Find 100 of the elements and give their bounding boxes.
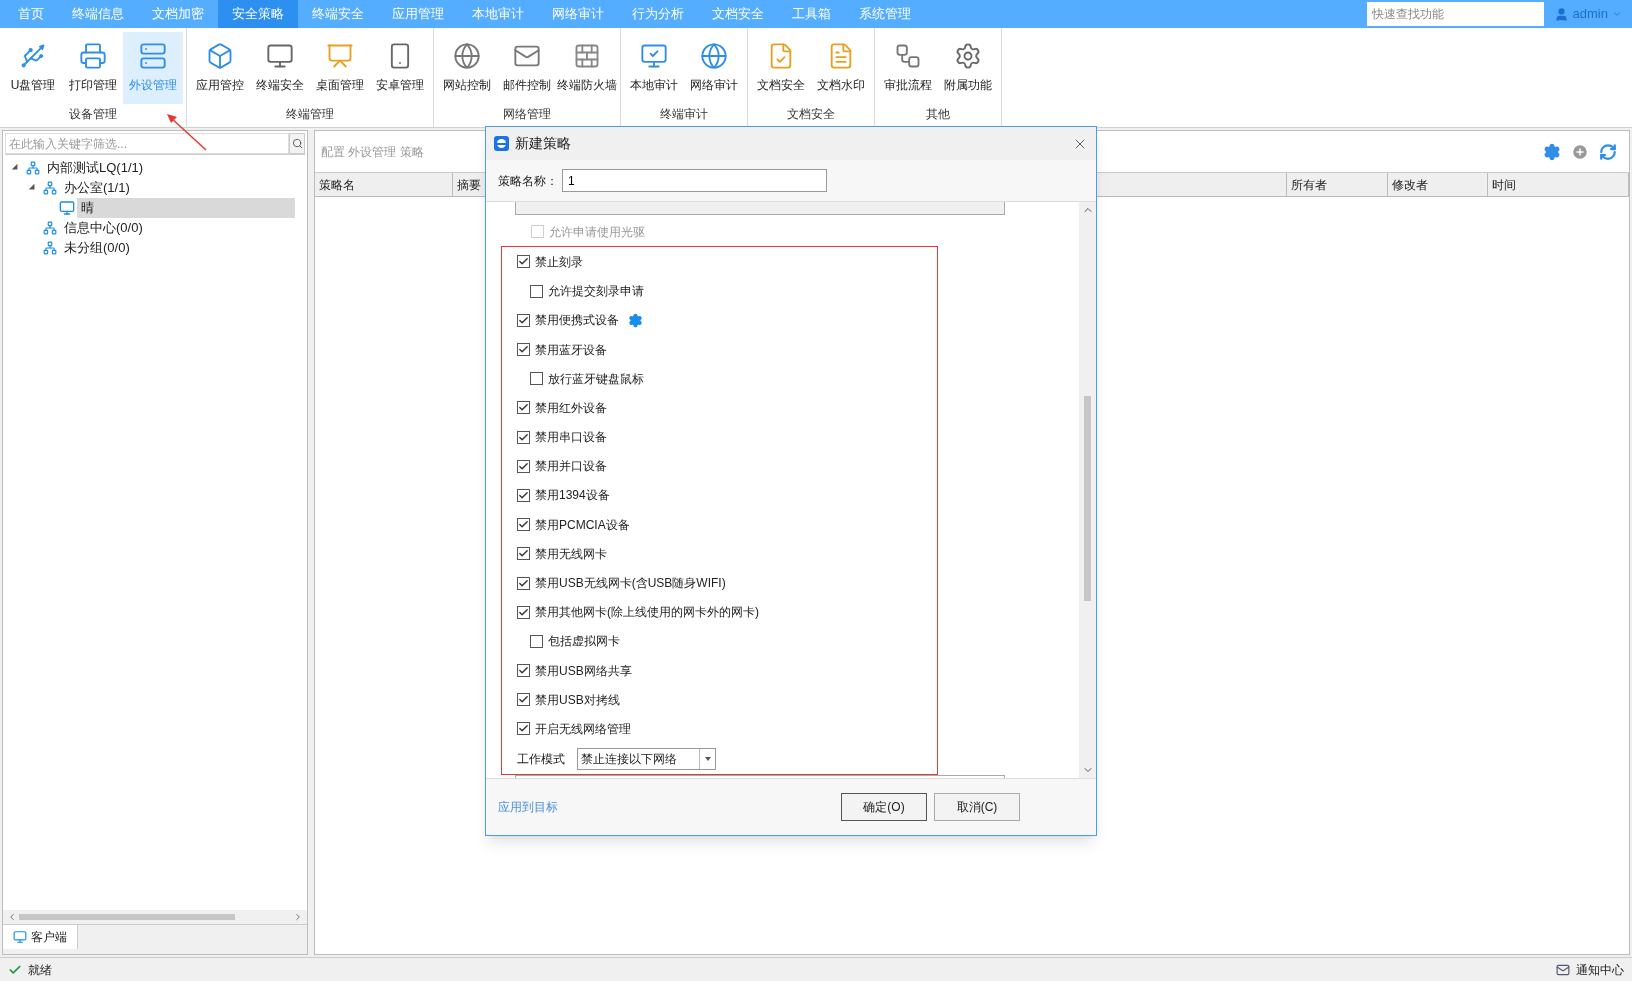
- computer-icon: [13, 930, 27, 944]
- check-icon: [518, 460, 529, 472]
- ribbon-button[interactable]: 网站控制: [437, 32, 497, 104]
- column-header[interactable]: 策略名: [315, 173, 453, 196]
- ribbon-group-label: 终端审计: [659, 106, 709, 122]
- option-label: 开启无线网络管理: [535, 720, 631, 738]
- ribbon-button[interactable]: 网络审计: [684, 32, 744, 104]
- ribbon-button[interactable]: 邮件控制: [497, 32, 557, 104]
- ribbon-button[interactable]: 安卓管理: [370, 32, 430, 104]
- mail-icon: [1556, 962, 1570, 977]
- ribbon-group-label: 终端管理: [285, 106, 335, 122]
- tree-item[interactable]: 晴: [77, 198, 295, 218]
- monitor-icon: [640, 42, 668, 70]
- brick-wall-icon: [573, 42, 601, 70]
- settings-icon[interactable]: [1543, 142, 1561, 161]
- settings-icon[interactable]: [628, 312, 643, 328]
- column-header[interactable]: 所有者: [1287, 173, 1388, 196]
- checkbox[interactable]: [517, 518, 530, 532]
- tree-item[interactable]: 内部测试LQ(1/1): [43, 158, 148, 178]
- checkbox[interactable]: [530, 284, 543, 298]
- ribbon-button[interactable]: 终端防火墙: [557, 32, 617, 104]
- checkbox[interactable]: [517, 343, 530, 357]
- tree-item[interactable]: 办公室(1/1): [60, 178, 134, 198]
- option-label: 禁用蓝牙设备: [535, 341, 607, 359]
- add-icon[interactable]: [1571, 142, 1589, 161]
- option-label: 禁用PCMCIA设备: [535, 516, 630, 534]
- ok-button[interactable]: 确定(O): [841, 793, 927, 821]
- search-button[interactable]: [289, 133, 305, 154]
- option-label: 禁用USB无线网卡(含USB随身WIFI): [535, 575, 726, 593]
- option-label: 禁用并口设备: [535, 458, 607, 476]
- ribbon-button[interactable]: 桌面管理: [310, 32, 370, 104]
- checkbox[interactable]: [530, 372, 543, 386]
- tree-item[interactable]: 未分组(0/0): [60, 238, 134, 258]
- column-header[interactable]: 时间: [1488, 173, 1629, 196]
- bottom-tab[interactable]: 客户端: [3, 925, 78, 949]
- check-icon: [518, 606, 529, 618]
- checkbox[interactable]: [517, 576, 530, 590]
- dialog-title: 新建策略: [515, 134, 571, 153]
- checkbox[interactable]: [517, 401, 530, 415]
- search-icon: [291, 138, 303, 149]
- cube-icon: [206, 42, 234, 70]
- cancel-button[interactable]: 取消(C): [934, 793, 1020, 821]
- ribbon-group-label: 网络管理: [502, 106, 552, 122]
- check-icon: [518, 577, 529, 589]
- tree-item[interactable]: 信息中心(0/0): [60, 218, 147, 238]
- presentation-icon: [326, 42, 354, 70]
- option-label: 禁用USB网络共享: [535, 662, 632, 680]
- ribbon-button[interactable]: 终端安全: [250, 32, 310, 104]
- ribbon-button[interactable]: 文档安全: [751, 32, 811, 104]
- ribbon-button[interactable]: 本地审计: [624, 32, 684, 104]
- ribbon-button[interactable]: 附属功能: [938, 32, 998, 104]
- ribbon-button[interactable]: 文档水印: [811, 32, 871, 104]
- filter-field[interactable]: 在此输入关键字筛选...: [5, 133, 289, 154]
- checkbox[interactable]: [517, 313, 530, 327]
- policy-name-field[interactable]: 1: [562, 169, 827, 192]
- option-label: 放行蓝牙键盘鼠标: [548, 370, 644, 388]
- server-icon: [139, 42, 167, 70]
- scrollbar-thumb[interactable]: [19, 914, 235, 920]
- checkbox[interactable]: [517, 459, 530, 473]
- status-text: 就绪: [28, 961, 52, 979]
- check-icon: [518, 314, 529, 326]
- ribbon-button[interactable]: U盘管理: [3, 32, 63, 104]
- globe-icon: [700, 42, 728, 70]
- option-label: 禁用其他网卡(除上线使用的网卡外的网卡): [535, 604, 759, 622]
- check-icon: [518, 431, 529, 443]
- checkbox[interactable]: [517, 547, 530, 561]
- work-mode-label: 工作模式: [517, 750, 565, 768]
- notification-center-link[interactable]: 通知中心: [1576, 960, 1624, 979]
- workflow-icon: [894, 42, 922, 70]
- checkbox[interactable]: [517, 722, 530, 736]
- work-mode-dropdown[interactable]: 禁止连接以下网络: [577, 747, 716, 770]
- globe-icon: [453, 42, 481, 70]
- scrollbar[interactable]: [1079, 202, 1096, 778]
- ribbon-group-label: 文档安全: [786, 106, 836, 122]
- check-icon: [518, 489, 529, 501]
- checkbox[interactable]: [517, 430, 530, 444]
- checkbox[interactable]: [517, 664, 530, 678]
- user-icon: [1553, 6, 1569, 22]
- breadcrumb: 配置 外设管理 策略: [321, 143, 424, 161]
- scroll-right-icon[interactable]: [293, 912, 303, 922]
- option-label: 禁用无线网卡: [535, 545, 607, 563]
- refresh-icon[interactable]: [1599, 142, 1617, 161]
- app-logo-icon: [494, 136, 509, 151]
- column-header[interactable]: 修改者: [1388, 173, 1488, 196]
- ribbon-button[interactable]: 应用管控: [190, 32, 250, 104]
- printer-icon: [79, 42, 107, 70]
- checkbox[interactable]: [530, 634, 543, 648]
- option-label: 允许申请使用光驱: [549, 223, 645, 241]
- monitor-icon: [266, 42, 294, 70]
- checkbox[interactable]: [517, 693, 530, 707]
- checkbox[interactable]: [517, 255, 530, 269]
- checkbox[interactable]: [517, 488, 530, 502]
- quick-search-field[interactable]: 快速查找功能: [1366, 2, 1544, 26]
- ribbon-button[interactable]: 打印管理: [63, 32, 123, 104]
- ribbon-button[interactable]: 审批流程: [878, 32, 938, 104]
- gear-icon: [954, 42, 982, 70]
- scrollbar-thumb[interactable]: [1084, 396, 1091, 601]
- checkbox[interactable]: [517, 605, 530, 619]
- scroll-left-icon[interactable]: [7, 912, 17, 922]
- option-label: 禁用便携式设备: [535, 312, 619, 330]
